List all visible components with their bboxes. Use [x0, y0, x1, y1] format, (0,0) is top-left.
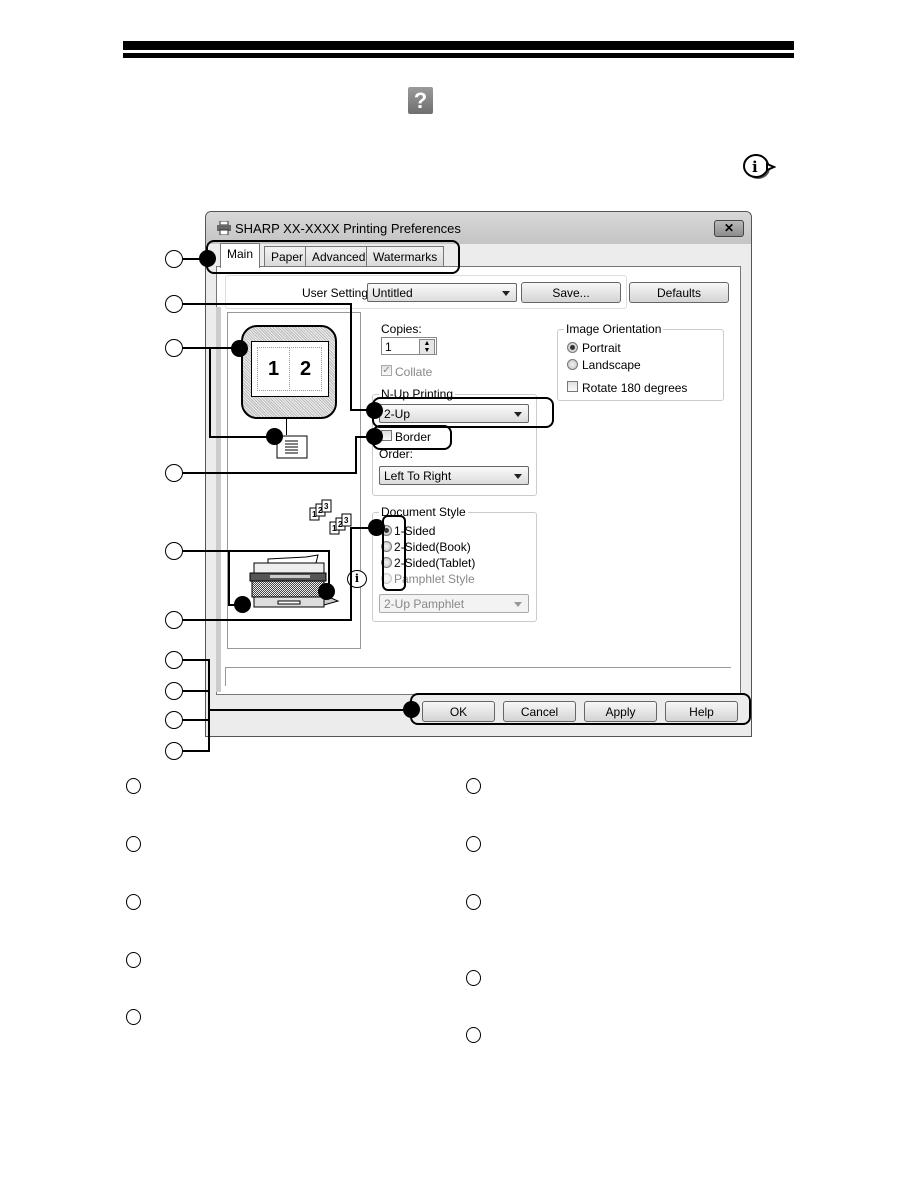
document-style-callout-outline [382, 515, 406, 591]
collate-checkbox[interactable]: ✓ [381, 365, 392, 376]
callout-marker-9 [165, 711, 183, 729]
callout-marker-3 [165, 339, 183, 357]
image-orientation-label: Image Orientation [564, 322, 664, 336]
help-question-icon: ? [408, 87, 433, 114]
legend-marker-3 [126, 894, 141, 910]
legend-marker-10 [466, 1027, 481, 1043]
callout-dot-buttons [403, 701, 420, 718]
order-value: Left To Right [384, 469, 452, 483]
callout-dot-copier-left [234, 596, 251, 613]
copies-spinner[interactable]: ▲ ▼ [419, 339, 435, 355]
legend-marker-4 [126, 952, 141, 968]
portrait-label: Portrait [582, 341, 621, 355]
collate-label: Collate [395, 365, 433, 379]
callout-marker-6 [165, 611, 183, 629]
printing-preferences-dialog: SHARP XX-XXXX Printing Preferences ✕ Mai… [205, 211, 752, 737]
legend-marker-1 [126, 778, 141, 794]
landscape-radio[interactable] [567, 359, 578, 370]
pamphlet-style-label: Pamphlet Style [394, 572, 475, 586]
legend-marker-6 [466, 778, 481, 794]
legend-marker-7 [466, 836, 481, 852]
chevron-down-icon [514, 474, 522, 479]
preview-page-2: 2 [289, 347, 322, 391]
user-settings-value: Untitled [372, 286, 413, 300]
tab-main[interactable]: Main [220, 243, 261, 268]
legend-marker-9 [466, 970, 481, 986]
dialog-title: SHARP XX-XXXX Printing Preferences [235, 221, 461, 236]
copier-machine-icon [249, 554, 340, 608]
callout-dot-border [366, 428, 383, 445]
main-tab-panel: User Settings: Untitled Save... Defaults… [216, 266, 741, 695]
rotate-180-label: Rotate 180 degrees [582, 381, 688, 395]
copies-value: 1 [385, 340, 392, 354]
copies-label: Copies: [381, 322, 422, 336]
callout-marker-4 [165, 464, 183, 482]
rotate-180-checkbox[interactable] [567, 381, 578, 392]
pamphlet-value: 2-Up Pamphlet [384, 597, 465, 611]
callout-dot-document [266, 428, 283, 445]
callout-marker-5 [165, 542, 183, 560]
callout-dot-nup [366, 402, 383, 419]
callout-marker-10 [165, 742, 183, 760]
chevron-down-icon [502, 291, 510, 296]
legend-marker-8 [466, 894, 481, 910]
chevron-down-icon [514, 602, 522, 607]
two-sided-tablet-label: 2-Sided(Tablet) [394, 556, 476, 570]
save-button[interactable]: Save... [521, 282, 621, 303]
svg-text:i: i [752, 158, 758, 176]
copies-input[interactable]: 1 ▲ ▼ [381, 337, 437, 355]
callout-dot-copier-right [318, 583, 335, 600]
svg-text:3: 3 [324, 502, 329, 511]
info-note-icon: i [743, 154, 776, 179]
status-area [225, 667, 731, 686]
callout-dot-document-style [368, 519, 385, 536]
callout-dot-preview [231, 340, 248, 357]
buttons-callout-outline [410, 693, 751, 725]
callout-marker-7 [165, 651, 183, 669]
user-settings-select[interactable]: Untitled [367, 283, 517, 302]
pamphlet-select[interactable]: 2-Up Pamphlet [379, 594, 529, 613]
preview-page: 1 2 [251, 341, 329, 397]
close-button[interactable]: ✕ [714, 220, 744, 237]
left-scroll-strip [216, 307, 221, 692]
preview-page-1: 1 [257, 347, 290, 391]
border-callout-outline [372, 425, 452, 450]
callout-marker-8 [165, 682, 183, 700]
printer-icon [217, 221, 231, 235]
header-rule-thick [123, 41, 794, 50]
nup-callout-outline [372, 397, 554, 428]
svg-text:3: 3 [344, 516, 349, 525]
legend-marker-5 [126, 1009, 141, 1025]
callout-marker-1 [165, 250, 183, 268]
callout-dot-tabs [199, 250, 216, 267]
callout-marker-2 [165, 295, 183, 313]
nup-preview-frame: 1 2 [241, 325, 337, 419]
legend-marker-2 [126, 836, 141, 852]
defaults-button[interactable]: Defaults [629, 282, 729, 303]
order-select[interactable]: Left To Right [379, 466, 529, 485]
portrait-radio[interactable] [567, 342, 578, 353]
landscape-label: Landscape [582, 358, 641, 372]
header-rule-thin [123, 53, 794, 58]
